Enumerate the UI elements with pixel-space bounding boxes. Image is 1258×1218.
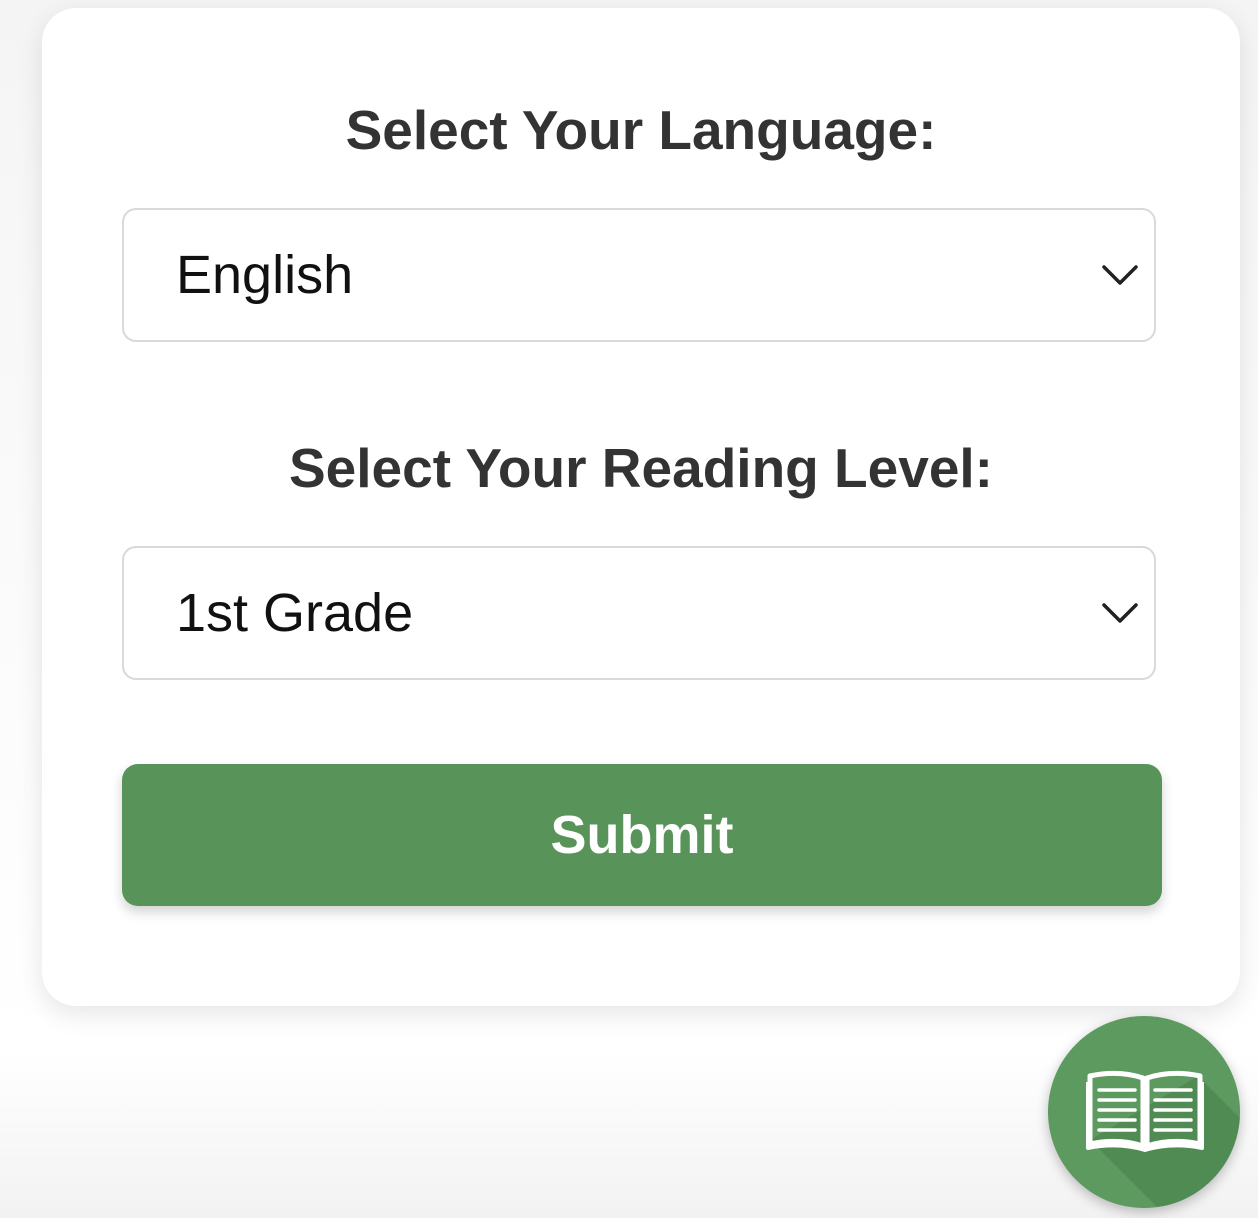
language-select[interactable]: English	[122, 208, 1156, 342]
chevron-down-icon	[1102, 265, 1138, 285]
reader-fab-button[interactable]	[1048, 1016, 1240, 1208]
open-book-icon	[1086, 1070, 1204, 1152]
page: Select Your Language: English Select You…	[0, 0, 1258, 1218]
submit-button[interactable]: Submit	[122, 764, 1162, 906]
settings-card: Select Your Language: English Select You…	[42, 8, 1240, 1006]
language-label: Select Your Language:	[345, 99, 937, 161]
language-selected-value: English	[176, 245, 354, 305]
reading-level-selected-value: 1st Grade	[176, 583, 414, 643]
chevron-down-icon	[1102, 603, 1138, 623]
reading-level-label: Select Your Reading Level:	[288, 437, 994, 499]
reading-level-select[interactable]: 1st Grade	[122, 546, 1156, 680]
